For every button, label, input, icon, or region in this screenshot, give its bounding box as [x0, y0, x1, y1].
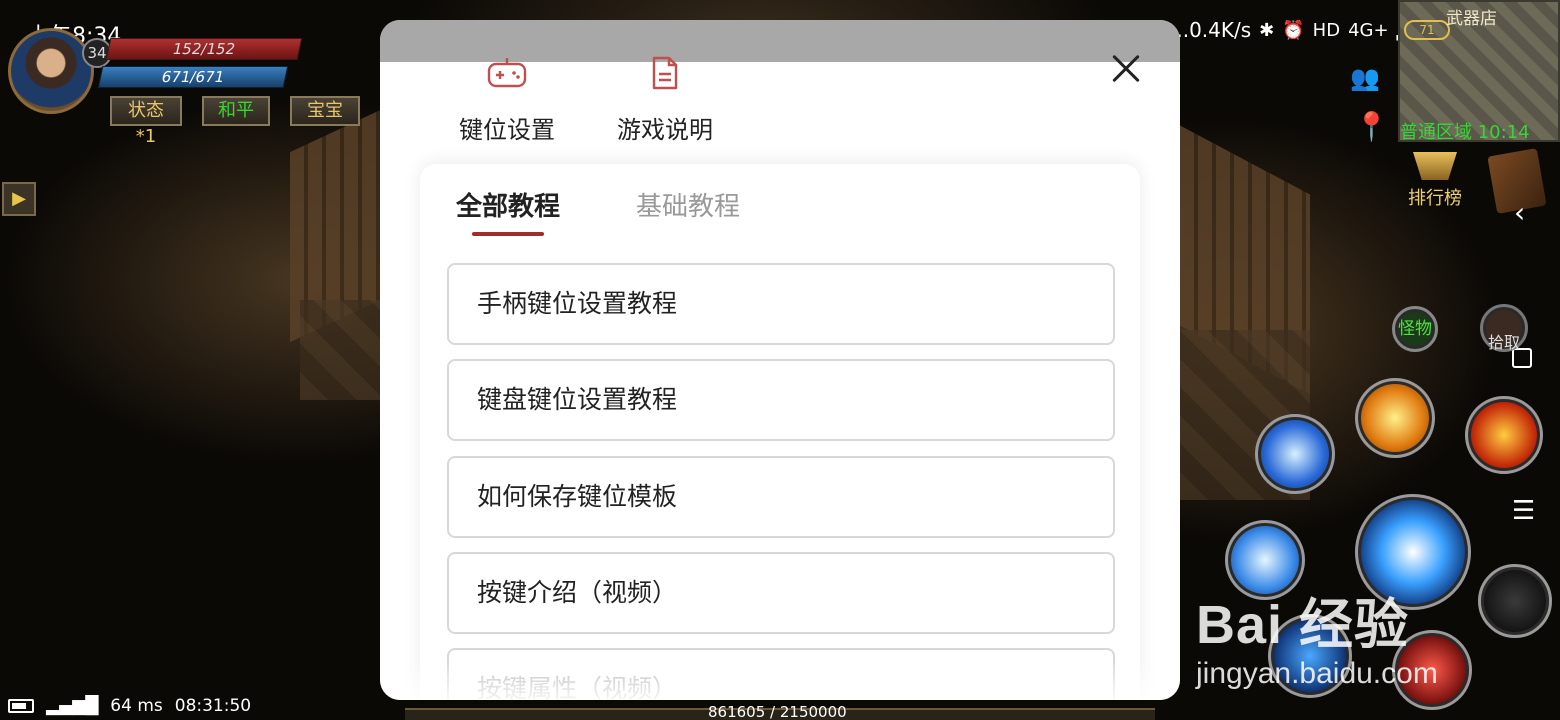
signal-bars-icon: ▂▄▆█: [46, 696, 99, 716]
tab-key-settings-label: 键位设置: [459, 116, 555, 144]
tab-key-settings[interactable]: 键位设置: [442, 56, 572, 145]
gamepad-icon: [487, 58, 527, 88]
mp-bar: 671/671: [97, 66, 289, 88]
ping-text: 64 ms: [110, 696, 163, 716]
battery-icon: [8, 699, 34, 713]
tab-game-guide[interactable]: 游戏说明: [600, 56, 730, 145]
tutorial-modal: 键位设置 游戏说明 全部教程 基础教程 手柄键位设置教程 键盘键位设置教程 如何…: [380, 20, 1180, 700]
tutorial-card: 全部教程 基础教程 手柄键位设置教程 键盘键位设置教程 如何保存键位模板 按键介…: [420, 164, 1140, 700]
chevron-left-icon[interactable]: ‹: [1514, 196, 1525, 229]
monster-skill-button[interactable]: 怪物: [1392, 306, 1438, 352]
ranking-button[interactable]: 排行榜: [1400, 152, 1470, 212]
document-icon: [652, 56, 678, 90]
watermark-sub: jingyan.baidu.com: [1196, 657, 1438, 690]
mp-text: 671/671: [159, 68, 227, 86]
location-pin-icon[interactable]: 📍: [1354, 110, 1389, 146]
floor-left: [300, 300, 380, 400]
tutorial-item-save-template[interactable]: 如何保存键位模板: [447, 456, 1115, 538]
hp-bar: 152/152: [105, 38, 303, 60]
tutorial-item-keyboard[interactable]: 键盘键位设置教程: [447, 359, 1115, 441]
minimap-title: 武器店: [1446, 9, 1497, 29]
bluetooth-icon: ✱: [1259, 19, 1275, 41]
empty-skill-slot[interactable]: [1478, 564, 1552, 638]
hd-icon: HD: [1312, 19, 1341, 41]
tab-game-guide-label: 游戏说明: [617, 116, 713, 144]
status-button[interactable]: 状态*1: [110, 96, 182, 147]
scroll-fade: [380, 660, 1180, 700]
peace-mode-button[interactable]: 和平: [202, 96, 270, 126]
team-icon[interactable]: 👥: [1350, 64, 1386, 92]
minimap-zone: 普通区域 10:14: [1400, 122, 1530, 143]
active-tab-indicator: [472, 232, 544, 236]
clock-text: 08:31:50: [174, 696, 252, 716]
ranking-label: 排行榜: [1408, 188, 1462, 209]
expand-arrow-icon[interactable]: ▶: [2, 182, 36, 216]
trophy-icon: [1413, 152, 1457, 180]
pickup-skill-button[interactable]: 拾取: [1480, 304, 1528, 352]
tutorial-item-key-intro-video[interactable]: 按键介绍（视频）: [447, 552, 1115, 634]
network-type: 4G+: [1348, 19, 1389, 41]
close-icon[interactable]: [1106, 48, 1146, 88]
tab-all-tutorials[interactable]: 全部教程: [456, 186, 560, 223]
menu-icon[interactable]: ☰: [1512, 496, 1535, 526]
exp-text: 861605 / 2150000: [708, 703, 847, 720]
network-speed: ...0.4K/s: [1170, 18, 1252, 42]
pet-button[interactable]: 宝宝: [290, 96, 360, 126]
bottom-status: ▂▄▆█ 64 ms 08:31:50: [8, 696, 251, 716]
watermark-main: Bai 经验: [1196, 595, 1410, 655]
baidu-watermark: Bai 经验 jingyan.baidu.com: [1196, 580, 1438, 691]
tab-basic-tutorials[interactable]: 基础教程: [636, 186, 740, 223]
hp-text: 152/152: [170, 40, 238, 58]
minimap-badge: 71: [1404, 20, 1450, 40]
fire-skill-button[interactable]: [1355, 378, 1435, 458]
ice-skill-button[interactable]: [1255, 414, 1335, 494]
tutorial-item-gamepad[interactable]: 手柄键位设置教程: [447, 263, 1115, 345]
player-avatar[interactable]: [8, 28, 94, 114]
flame-skill-button[interactable]: [1465, 396, 1543, 474]
alarm-icon: ⏰: [1282, 19, 1305, 41]
